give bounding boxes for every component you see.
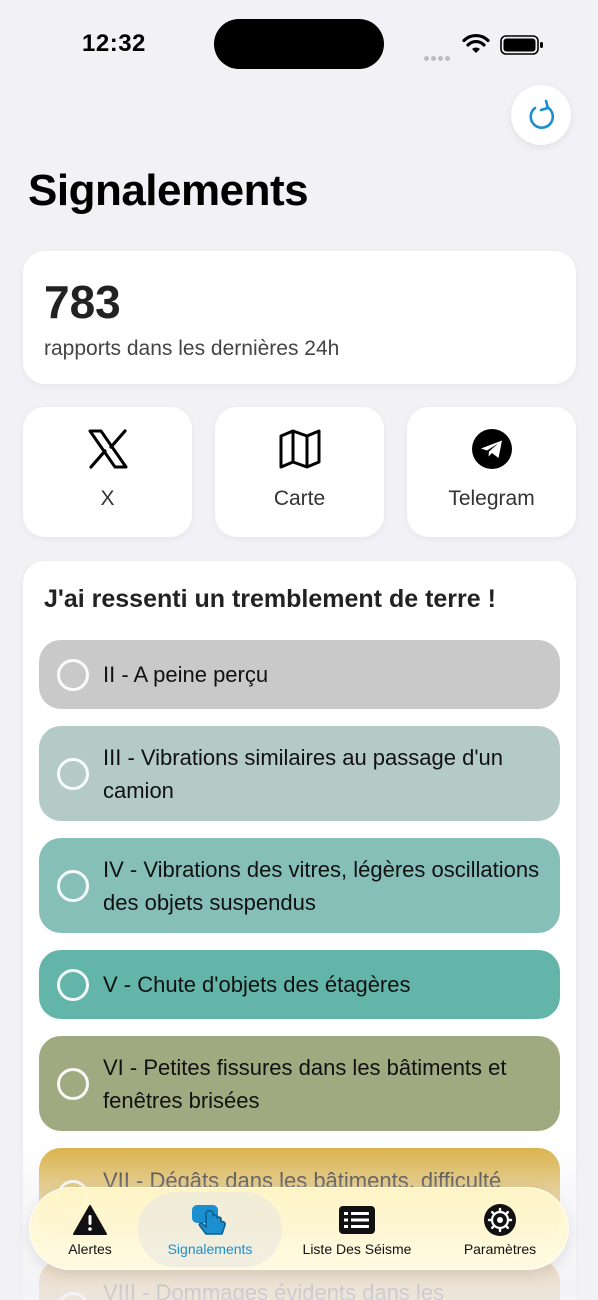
tab-reports[interactable]: Signalements	[138, 1188, 282, 1271]
intensity-option-v[interactable]: V - Chute d'objets des étagères	[39, 950, 560, 1019]
x-logo-icon	[88, 429, 127, 469]
hand-tap-icon	[192, 1205, 226, 1235]
radio-button[interactable]	[57, 1067, 89, 1100]
list-icon	[339, 1206, 375, 1234]
report-count-card: 783 rapports dans les dernières 24h	[23, 251, 576, 384]
wifi-icon	[462, 33, 490, 53]
status-bar: 12:32	[0, 0, 598, 90]
felt-card-title: J'ai ressenti un tremblement de terre !	[44, 585, 496, 613]
tab-settings-label: Paramètres	[463, 1241, 537, 1257]
telegram-shortcut-button[interactable]: Telegram	[407, 407, 576, 537]
battery-icon	[500, 35, 543, 55]
map-shortcut-button[interactable]: Carte	[215, 407, 384, 537]
warning-icon	[73, 1205, 107, 1235]
intensity-label: II - A peine perçu	[103, 662, 269, 687]
cellular-signal-icon	[424, 48, 454, 61]
intensity-option-iv[interactable]: IV - Vibrations des vitres, légères osci…	[39, 838, 560, 933]
map-icon	[279, 429, 320, 469]
refresh-icon	[529, 99, 555, 129]
tab-bar: Alertes Signalements Liste Des Séisme Pa…	[29, 1187, 569, 1270]
intensity-label: VIII - Dommages évidents dans les	[103, 1280, 445, 1300]
intensity-label: V - Chute d'objets des étagères	[103, 972, 411, 997]
intensity-label: VI - Petites fissures dans les bâtiments…	[103, 1054, 507, 1113]
x-shortcut-button[interactable]: X	[23, 407, 192, 537]
intensity-option-iii[interactable]: III - Vibrations similaires au passage d…	[39, 726, 560, 821]
radio-button[interactable]	[57, 968, 89, 1001]
intensity-label: IV - Vibrations des vitres, légères osci…	[103, 856, 540, 915]
intensity-option-ii[interactable]: II - A peine perçu	[39, 640, 560, 709]
radio-button[interactable]	[57, 1291, 89, 1300]
intensity-label: III - Vibrations similaires au passage d…	[103, 744, 503, 803]
tab-alerts-label: Alertes	[68, 1241, 112, 1257]
map-shortcut-label: Carte	[273, 487, 326, 510]
radio-button[interactable]	[57, 757, 89, 790]
dynamic-island	[214, 19, 384, 69]
page-title: Signalements	[28, 166, 309, 215]
intensity-option-vi[interactable]: VI - Petites fissures dans les bâtiments…	[39, 1036, 560, 1131]
refresh-button[interactable]	[511, 85, 571, 145]
telegram-shortcut-label: Telegram	[448, 487, 535, 510]
status-time: 12:32	[82, 30, 146, 57]
tab-earthquake-list-label: Liste Des Séisme	[302, 1241, 412, 1257]
tab-settings[interactable]: Paramètres	[450, 1188, 550, 1271]
x-shortcut-label: X	[100, 487, 115, 510]
radio-button[interactable]	[57, 869, 89, 902]
report-count: 783	[44, 276, 121, 328]
radio-button[interactable]	[57, 658, 89, 691]
telegram-icon	[471, 429, 512, 469]
gear-icon	[484, 1204, 516, 1236]
report-count-label: rapports dans les dernières 24h	[44, 337, 340, 360]
tab-earthquake-list[interactable]: Liste Des Séisme	[292, 1188, 422, 1271]
tab-alerts[interactable]: Alertes	[50, 1188, 130, 1271]
tab-reports-label: Signalements	[167, 1241, 253, 1257]
